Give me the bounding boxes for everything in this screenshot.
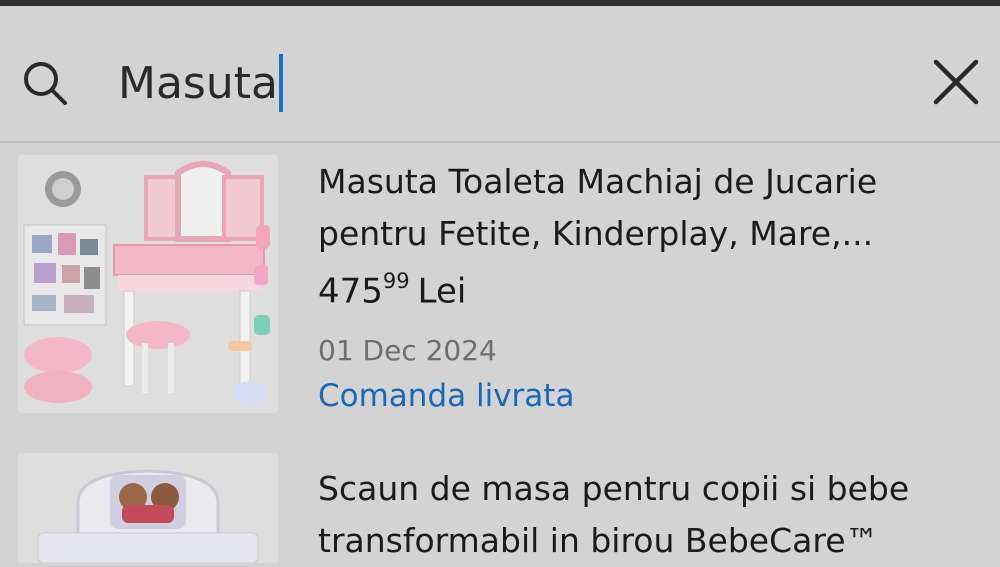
- vanity-table-illustration: [18, 155, 278, 413]
- order-date: 01 Dec 2024: [318, 334, 497, 367]
- close-icon[interactable]: [930, 56, 982, 108]
- product-title[interactable]: Scaun de masa pentru copii si bebe trans…: [318, 463, 958, 567]
- product-price: 47599 Lei: [318, 261, 466, 313]
- price-currency: Lei: [417, 271, 467, 312]
- order-status-link[interactable]: Comanda livrata: [318, 375, 574, 417]
- order-result-item[interactable]: Scaun de masa pentru copii si bebe trans…: [0, 443, 1000, 563]
- product-image: [18, 453, 278, 563]
- order-result-item[interactable]: Masuta Toaleta Machiaj de Jucarie pentru…: [0, 143, 1000, 443]
- search-query-text: Masuta: [118, 58, 278, 109]
- product-image: [18, 155, 278, 413]
- product-title-line-1: Masuta Toaleta Machiaj de Jucarie: [318, 162, 878, 201]
- product-title-line-2: transformabil in birou BebeCare™: [318, 521, 879, 560]
- search-icon[interactable]: [20, 58, 70, 108]
- price-integer: 475: [318, 271, 383, 312]
- product-title-line-2: pentru Fetite, Kinderplay, Mare,...: [318, 214, 874, 253]
- product-title-line-1: Scaun de masa pentru copii si bebe: [318, 469, 910, 508]
- text-caret: [278, 54, 283, 112]
- product-title[interactable]: Masuta Toaleta Machiaj de Jucarie pentru…: [318, 156, 958, 260]
- price-decimals: 99: [382, 269, 410, 293]
- high-chair-illustration: [18, 453, 278, 563]
- search-bar: Masuta: [0, 6, 1000, 141]
- search-input[interactable]: Masuta: [118, 54, 898, 114]
